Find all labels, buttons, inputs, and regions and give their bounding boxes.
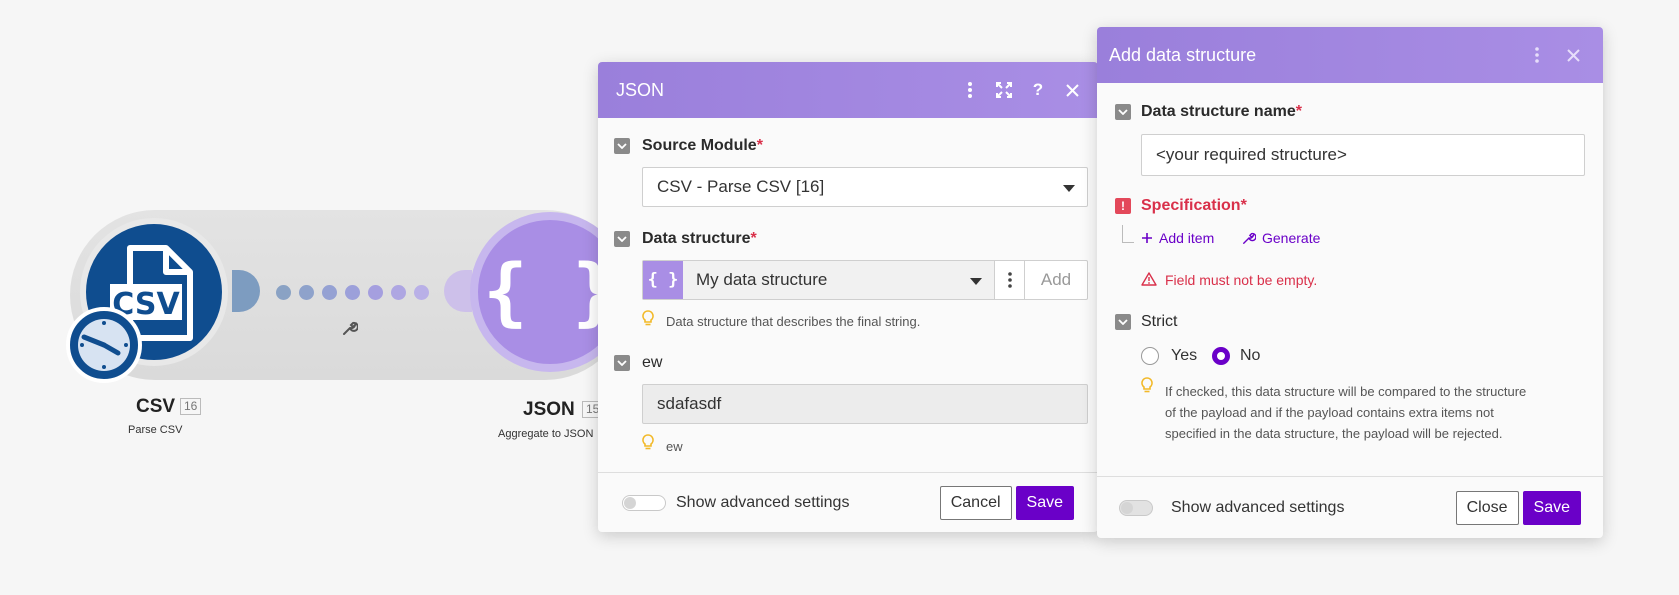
advanced-settings-label: Show advanced settings	[1171, 498, 1345, 516]
strict-yes-label: Yes	[1171, 347, 1198, 364]
add-panel-header: Add data structure	[1097, 27, 1603, 83]
save-button[interactable]: Save	[1522, 490, 1581, 525]
add-item-button[interactable]: Add item	[1141, 230, 1214, 246]
add-panel-title: Add data structure	[1109, 44, 1257, 65]
chevron-down-icon	[1063, 185, 1075, 192]
error-icon: !	[1115, 198, 1131, 214]
strict-hint-line: of the payload and if the payload contai…	[1165, 405, 1494, 420]
strict-collapse-icon[interactable]	[1115, 314, 1131, 330]
lightbulb-icon	[642, 310, 654, 326]
data-structure-control: { } My data structure Add	[642, 260, 1088, 300]
data-structure-select[interactable]: My data structure	[683, 261, 995, 299]
json-braces-icon: { }	[483, 249, 617, 335]
add-data-structure-panel: Add data structure Data structure name* …	[1097, 27, 1603, 538]
close-icon[interactable]	[1565, 47, 1581, 63]
source-module-collapse-icon[interactable]	[614, 138, 630, 154]
json-module-label: JSON	[523, 399, 575, 420]
advanced-settings-toggle[interactable]	[1119, 499, 1153, 516]
ew-input[interactable]: sdafasdf	[642, 384, 1088, 424]
ew-label: ew	[642, 354, 663, 371]
advanced-settings-toggle[interactable]	[622, 494, 666, 511]
close-icon[interactable]	[1064, 82, 1080, 98]
json-panel-footer: Show advanced settings Cancel Save	[598, 472, 1098, 532]
tree-connector	[1122, 225, 1134, 243]
csv-module-sublabel: Parse CSV	[128, 424, 183, 436]
json-module-panel: JSON ? Source Module* CSV - Parse CSV [1…	[598, 62, 1098, 532]
clock-icon[interactable]	[66, 307, 142, 383]
specification-label: Specification*	[1141, 197, 1247, 214]
save-button[interactable]: Save	[1015, 485, 1074, 520]
data-structure-name-input[interactable]: <your required structure>	[1141, 134, 1585, 176]
add-data-structure-button[interactable]: Add	[1025, 261, 1087, 299]
source-module-select[interactable]: CSV - Parse CSV [16]	[642, 167, 1088, 207]
lightbulb-icon	[1141, 377, 1153, 393]
more-vertical-icon[interactable]	[1529, 47, 1545, 63]
strict-yes-radio[interactable]	[1141, 347, 1159, 365]
name-collapse-icon[interactable]	[1115, 104, 1131, 120]
data-structure-hint: Data structure that describes the final …	[666, 314, 921, 329]
json-panel-header: JSON ?	[598, 62, 1098, 118]
json-panel-title: JSON	[616, 79, 665, 100]
data-structure-name-value: <your required structure>	[1156, 145, 1347, 164]
advanced-settings-label: Show advanced settings	[676, 493, 850, 511]
ew-value: sdafasdf	[657, 394, 722, 413]
data-structure-collapse-icon[interactable]	[614, 231, 630, 247]
csv-module-label: CSV	[136, 396, 176, 417]
source-module-value: CSV - Parse CSV [16]	[657, 177, 825, 196]
data-structure-label: Data structure*	[642, 230, 757, 247]
strict-hint: If checked, this data structure will be …	[1165, 381, 1526, 444]
ew-collapse-icon[interactable]	[614, 355, 630, 371]
cancel-button[interactable]: Cancel	[939, 485, 1012, 520]
strict-label: Strict	[1141, 313, 1178, 330]
strict-hint-line: specified in the data structure, the pay…	[1165, 426, 1503, 441]
data-structure-value: My data structure	[696, 270, 828, 289]
close-button[interactable]: Close	[1455, 490, 1519, 525]
json-module-sublabel: Aggregate to JSON	[498, 428, 594, 440]
connection-dots[interactable]	[276, 285, 429, 300]
warning-icon	[1141, 272, 1157, 286]
plus-icon	[1142, 233, 1152, 243]
expand-icon[interactable]	[996, 82, 1012, 98]
source-module-label: Source Module*	[642, 137, 763, 154]
ew-hint: ew	[666, 439, 683, 454]
lightbulb-icon	[642, 434, 654, 450]
data-structure-name-label: Data structure name*	[1141, 103, 1302, 120]
wrench-icon	[1243, 232, 1256, 244]
add-panel-footer: Show advanced settings Close Save	[1097, 476, 1603, 538]
more-vertical-icon[interactable]	[962, 82, 978, 98]
wrench-icon[interactable]	[342, 320, 358, 336]
csv-module-badge: 16	[180, 398, 202, 415]
more-vertical-icon	[1007, 272, 1012, 288]
data-structure-icon: { }	[643, 261, 683, 299]
help-icon[interactable]: ?	[1030, 80, 1046, 99]
strict-no-label: No	[1240, 347, 1261, 364]
strict-hint-line: If checked, this data structure will be …	[1165, 384, 1527, 399]
specification-error-message: Field must not be empty.	[1165, 272, 1318, 288]
chevron-down-icon	[970, 278, 982, 285]
strict-no-radio[interactable]	[1212, 347, 1230, 365]
generate-button[interactable]: Generate	[1242, 230, 1320, 246]
data-structure-menu-button[interactable]	[995, 261, 1025, 299]
